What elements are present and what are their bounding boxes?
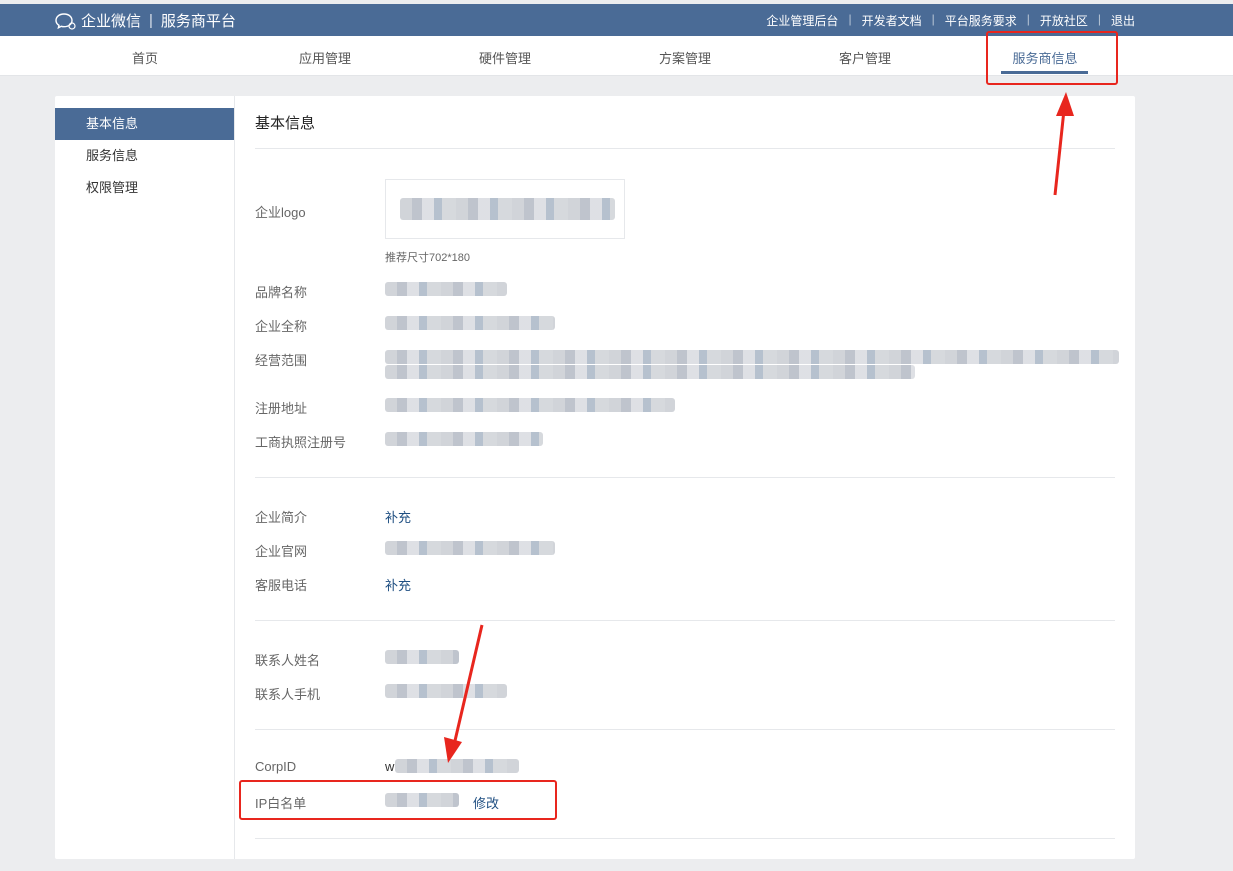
nav-home[interactable]: 首页	[85, 48, 205, 67]
sidebar-item-basic-info[interactable]: 基本信息	[55, 108, 234, 140]
sidebar: 基本信息 服务信息 权限管理	[55, 96, 235, 859]
support-phone-add-link[interactable]: 补充	[385, 575, 411, 594]
link-admin-console[interactable]: 企业管理后台	[766, 12, 838, 29]
divider: |	[1026, 12, 1030, 26]
brand-separator: |	[149, 12, 153, 29]
brand-name-value-redacted	[385, 282, 507, 296]
registered-address-value-redacted	[385, 398, 675, 412]
company-website-value-redacted	[385, 541, 555, 555]
link-platform-requirements[interactable]: 平台服务要求	[945, 12, 1017, 29]
divider	[255, 477, 1115, 478]
divider	[255, 729, 1115, 730]
page-title: 基本信息	[255, 115, 316, 132]
business-scope-value-redacted-line2	[385, 365, 915, 379]
corpid-value-prefix: w	[385, 759, 395, 774]
logo-image-redacted	[400, 198, 615, 220]
link-developer-docs[interactable]: 开发者文档	[862, 12, 922, 29]
contact-mobile-value-redacted	[385, 684, 507, 698]
corpid-label: CorpID	[255, 759, 297, 774]
contact-mobile-label: 联系人手机	[255, 687, 321, 702]
brand-name: 企业微信	[81, 13, 142, 30]
nav-app-management[interactable]: 应用管理	[265, 48, 385, 67]
top-links: 企业管理后台 | 开发者文档 | 平台服务要求 | 开放社区 | 退出	[766, 12, 1135, 29]
divider	[255, 620, 1115, 621]
nav-hardware-management[interactable]: 硬件管理	[445, 48, 565, 67]
sidebar-item-permissions[interactable]: 权限管理	[55, 172, 234, 204]
brand[interactable]: 企业微信 | 服务商平台	[55, 10, 236, 31]
highlight-box-provider-info	[986, 31, 1118, 85]
divider: |	[848, 12, 852, 26]
highlight-box-ip-whitelist	[239, 780, 557, 820]
content-card: 基本信息 服务信息 权限管理 基本信息 企业logo 推荐尺寸702*180 品…	[55, 96, 1135, 859]
license-number-label: 工商执照注册号	[255, 435, 347, 450]
logo-size-hint: 推荐尺寸702*180	[385, 252, 470, 264]
contact-name-value-redacted	[385, 650, 459, 664]
divider	[255, 148, 1115, 149]
corpid-value-redacted	[395, 759, 519, 773]
divider: |	[931, 12, 935, 26]
divider: |	[1097, 12, 1101, 26]
license-number-value-redacted	[385, 432, 543, 446]
company-fullname-label: 企业全称	[255, 319, 308, 334]
nav-solution-management[interactable]: 方案管理	[625, 48, 745, 67]
sidebar-item-service-info[interactable]: 服务信息	[55, 140, 234, 172]
brand-name-label: 品牌名称	[255, 285, 308, 300]
logo-preview[interactable]	[385, 179, 625, 239]
link-open-community[interactable]: 开放社区	[1040, 12, 1088, 29]
logo-label: 企业logo	[255, 205, 306, 220]
registered-address-label: 注册地址	[255, 401, 308, 416]
support-phone-label: 客服电话	[255, 578, 308, 593]
platform-name: 服务商平台	[160, 13, 236, 30]
business-scope-value-redacted-line1	[385, 350, 1119, 364]
company-intro-add-link[interactable]: 补充	[385, 507, 411, 526]
company-intro-label: 企业简介	[255, 510, 308, 525]
wecom-logo-icon	[55, 12, 76, 30]
company-fullname-value-redacted	[385, 316, 555, 330]
nav-customer-management[interactable]: 客户管理	[805, 48, 925, 67]
company-website-label: 企业官网	[255, 544, 308, 559]
contact-name-label: 联系人姓名	[255, 653, 321, 668]
link-logout[interactable]: 退出	[1111, 12, 1135, 29]
business-scope-label: 经营范围	[255, 353, 308, 368]
divider	[255, 838, 1115, 839]
